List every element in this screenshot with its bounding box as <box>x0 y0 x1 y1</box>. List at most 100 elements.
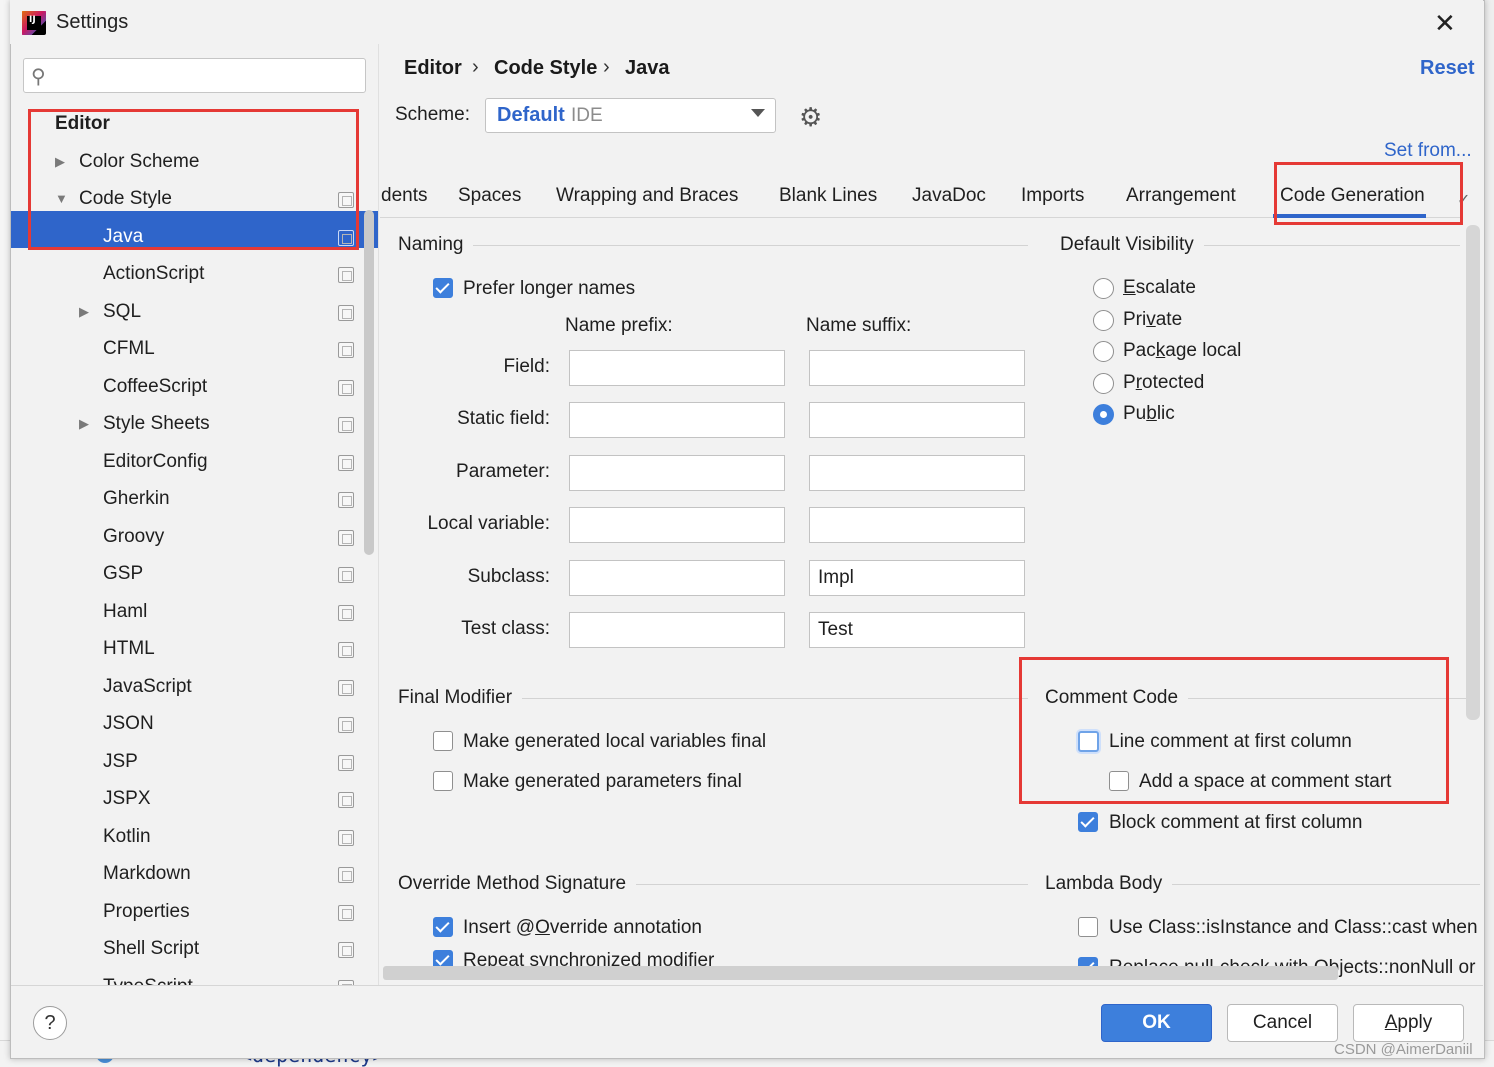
project-scope-icon <box>338 567 354 583</box>
visibility-radio-label: Public <box>1123 403 1175 424</box>
expand-right-icon[interactable]: ▶ <box>79 294 89 330</box>
final-local-variables-checkbox[interactable] <box>433 731 453 751</box>
sidebar-item[interactable]: Markdown <box>103 856 191 892</box>
scheme-label: Scheme: <box>395 104 470 125</box>
sidebar-item-label: CFML <box>103 338 155 359</box>
sidebar-item[interactable]: JSON <box>103 706 154 742</box>
tab-javadoc[interactable]: JavaDoc <box>912 185 986 207</box>
final-parameters-checkbox[interactable] <box>433 771 453 791</box>
project-scope-icon <box>338 830 354 846</box>
tab-indents[interactable]: dents <box>381 185 427 207</box>
sidebar-item[interactable]: Properties <box>103 894 190 930</box>
sidebar-item[interactable]: HTML <box>103 631 155 667</box>
naming-title: Naming <box>398 234 474 256</box>
lambda-body-title: Lambda Body <box>1045 873 1173 895</box>
name-suffix-field[interactable] <box>809 402 1025 438</box>
visibility-radio[interactable] <box>1093 341 1114 362</box>
visibility-radio-label: Protected <box>1123 372 1205 393</box>
naming-row-label: Static field: <box>457 408 550 429</box>
project-scope-icon <box>338 792 354 808</box>
tab-wrapping-and-braces[interactable]: Wrapping and Braces <box>556 185 738 207</box>
sidebar-item[interactable]: EditorConfig <box>103 444 208 480</box>
sidebar-item[interactable]: ActionScript <box>103 256 204 292</box>
project-scope-icon <box>338 717 354 733</box>
name-prefix-field[interactable] <box>569 455 785 491</box>
tab-spaces[interactable]: Spaces <box>458 185 521 207</box>
set-from-link[interactable]: Set from... <box>1384 140 1472 162</box>
sidebar-item-label: JavaScript <box>103 676 192 697</box>
visibility-radio[interactable] <box>1093 278 1114 299</box>
horizontal-scrollbar[interactable] <box>383 966 1338 980</box>
cancel-button[interactable]: Cancel <box>1227 1004 1338 1042</box>
gear-icon[interactable]: ⚙ <box>799 102 822 133</box>
sidebar-item-label: Properties <box>103 901 190 922</box>
expand-right-icon[interactable]: ▶ <box>79 406 89 442</box>
final-local-variables-label: Make generated local variables final <box>463 731 767 752</box>
search-input[interactable] <box>23 58 366 93</box>
sidebar-item-label: JSPX <box>103 788 151 809</box>
naming-row-label: Parameter: <box>456 461 550 482</box>
visibility-radio[interactable] <box>1093 373 1114 394</box>
sidebar-item-label: EditorConfig <box>103 451 208 472</box>
sidebar-item[interactable]: SQL <box>103 294 141 330</box>
sidebar-item-label: ActionScript <box>103 263 205 284</box>
sidebar-item-label: SQL <box>103 301 142 322</box>
name-suffix-field[interactable]: Test <box>809 612 1025 648</box>
sidebar-item-label: JSP <box>103 751 138 772</box>
prefer-longer-names-checkbox[interactable] <box>433 278 453 298</box>
name-suffix-field[interactable] <box>809 455 1025 491</box>
name-prefix-field[interactable] <box>569 612 785 648</box>
sidebar-item[interactable]: Style Sheets <box>103 406 210 442</box>
final-parameters-label: Make generated parameters final <box>463 771 742 792</box>
tab-imports[interactable]: Imports <box>1021 185 1084 207</box>
project-scope-icon <box>338 267 354 283</box>
name-suffix-field[interactable] <box>809 507 1025 543</box>
name-prefix-header: Name prefix: <box>565 315 673 336</box>
sidebar-item[interactable]: Haml <box>103 594 147 630</box>
sidebar-item[interactable]: CoffeeScript <box>103 369 207 405</box>
name-prefix-field[interactable] <box>569 560 785 596</box>
name-suffix-field[interactable] <box>809 350 1025 386</box>
vertical-scrollbar[interactable] <box>1466 225 1480 720</box>
final-modifier-title: Final Modifier <box>398 687 523 709</box>
naming-row-label: Subclass: <box>467 566 550 587</box>
breadcrumb-code-style[interactable]: Code Style <box>494 57 597 80</box>
use-isinstance-label: Use Class::isInstance and Class::cast wh… <box>1109 917 1481 938</box>
sidebar-item[interactable]: GSP <box>103 556 143 592</box>
ok-button[interactable]: OK <box>1101 1004 1212 1042</box>
name-prefix-field[interactable] <box>569 350 785 386</box>
insert-override-checkbox[interactable] <box>433 917 453 937</box>
sidebar-item[interactable]: JSPX <box>103 781 151 817</box>
visibility-radio[interactable] <box>1093 404 1114 425</box>
close-icon[interactable]: ✕ <box>1434 8 1456 39</box>
name-prefix-field[interactable] <box>569 507 785 543</box>
name-suffix-field[interactable]: Impl <box>809 560 1025 596</box>
name-suffix-value: Test <box>818 619 853 640</box>
name-prefix-field[interactable] <box>569 402 785 438</box>
project-scope-icon <box>338 605 354 621</box>
tab-arrangement[interactable]: Arrangement <box>1126 185 1236 207</box>
reset-link[interactable]: Reset <box>1420 57 1474 80</box>
project-scope-icon <box>338 867 354 883</box>
apply-button[interactable]: Apply <box>1353 1004 1464 1042</box>
visibility-radio-label: Escalate <box>1123 277 1196 298</box>
naming-row-label: Local variable: <box>427 513 550 534</box>
sidebar-item[interactable]: Gherkin <box>103 481 170 517</box>
override-method-signature-title: Override Method Signature <box>398 873 637 895</box>
sidebar-item[interactable]: CFML <box>103 331 155 367</box>
breadcrumb-java: Java <box>625 57 670 79</box>
sidebar-item[interactable]: JSP <box>103 744 138 780</box>
help-button[interactable]: ? <box>33 1006 67 1040</box>
sidebar-item[interactable]: Shell Script <box>103 931 199 967</box>
breadcrumb-editor[interactable]: Editor <box>404 57 462 80</box>
project-scope-icon <box>338 905 354 921</box>
sidebar-scrollbar[interactable] <box>364 210 374 555</box>
tab-blank-lines[interactable]: Blank Lines <box>779 185 877 207</box>
sidebar-item[interactable]: JavaScript <box>103 669 192 705</box>
sidebar-item-label: Haml <box>103 601 148 622</box>
sidebar-item[interactable]: Kotlin <box>103 819 151 855</box>
use-isinstance-checkbox[interactable] <box>1078 917 1098 937</box>
block-comment-first-column-checkbox[interactable] <box>1078 812 1098 832</box>
visibility-radio[interactable] <box>1093 310 1114 331</box>
sidebar-item[interactable]: Groovy <box>103 519 164 555</box>
